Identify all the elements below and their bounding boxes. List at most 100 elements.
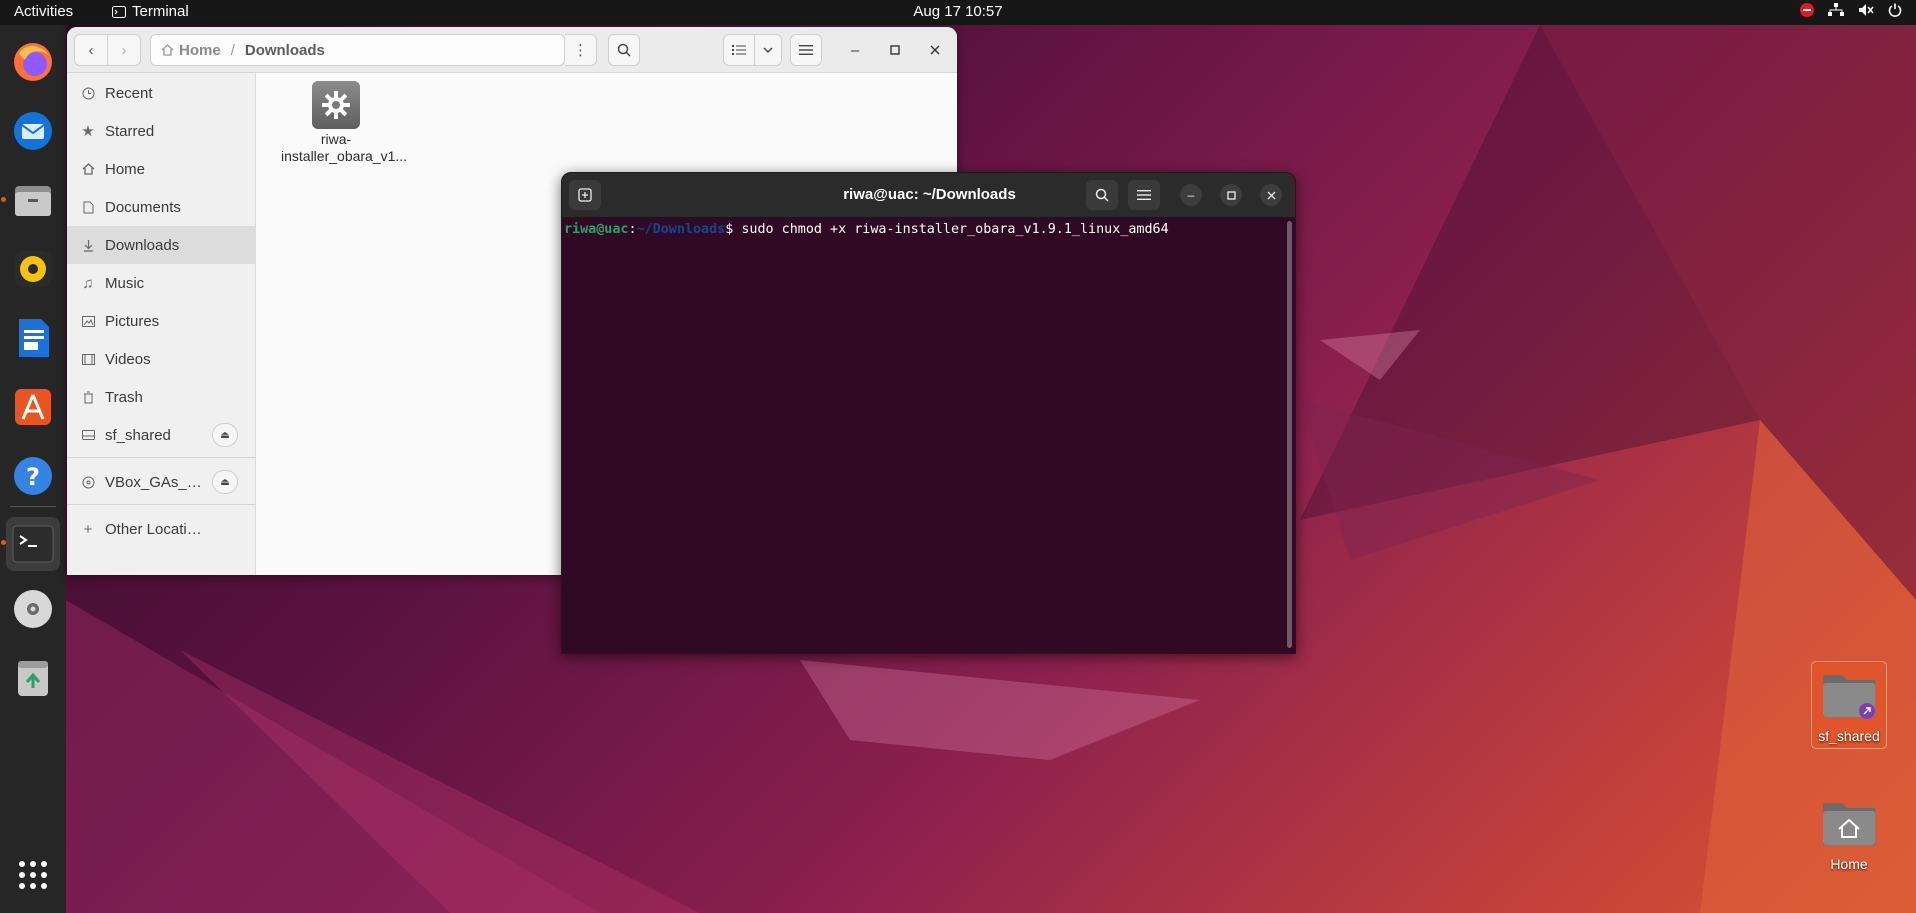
volume-muted-icon[interactable] (1858, 3, 1874, 17)
path-bar: Home / Downloads (150, 34, 565, 66)
sidebar-item-downloads[interactable]: Downloads (67, 226, 255, 264)
maximize-icon (890, 45, 900, 55)
activities-button[interactable]: Activities (14, 3, 73, 20)
minimize-button[interactable]: – (845, 40, 865, 60)
show-apps-icon[interactable] (9, 851, 57, 899)
chevron-down-icon (763, 47, 773, 53)
clock-icon (80, 87, 96, 100)
files-icon[interactable] (9, 176, 57, 224)
files-sidebar: Recent ★ Starred Home Documents Download… (67, 73, 256, 575)
top-bar: Activities Terminal Aug 17 10:57 (0, 0, 1916, 25)
download-icon (80, 239, 96, 252)
search-button[interactable] (608, 34, 640, 66)
terminal-search-button[interactable] (1086, 180, 1118, 210)
close-icon (930, 45, 940, 55)
back-button[interactable]: ‹ (74, 34, 108, 66)
terminal-headerbar: riwa@uac: ~/Downloads – (562, 173, 1295, 217)
search-icon (617, 43, 631, 57)
eject-button[interactable]: ⏏ (212, 423, 238, 447)
file-name: riwa-installer_obara_v1... (281, 131, 408, 164)
dock: ? (0, 25, 66, 913)
sidebar-item-pictures[interactable]: Pictures (67, 302, 255, 340)
terminal-minimize-button[interactable]: – (1180, 184, 1202, 206)
eject-icon: ⏏ (220, 476, 230, 488)
terminal-window: riwa@uac: ~/Downloads – riwa@uac:~/Downl… (561, 172, 1296, 654)
help-icon[interactable]: ? (9, 452, 57, 500)
system-tray[interactable] (1800, 3, 1902, 17)
sidebar-item-other-locations[interactable]: + Other Locations (67, 510, 255, 548)
terminal-close-button[interactable] (1260, 184, 1282, 206)
trash-icon[interactable] (9, 654, 57, 702)
terminal-output[interactable]: riwa@uac:~/Downloads$ sudo chmod +x riwa… (562, 217, 1295, 653)
minimize-icon: – (1187, 188, 1195, 202)
picture-icon (80, 315, 96, 327)
close-icon (1267, 191, 1275, 199)
sidebar-item-label: Home (105, 160, 146, 178)
sidebar-item-videos[interactable]: Videos (67, 340, 255, 378)
dock-separator (10, 506, 56, 507)
hamburger-menu-icon (799, 45, 813, 55)
sidebar-item-label: Downloads (105, 236, 180, 254)
terminal-command: sudo chmod +x riwa-installer_obara_v1.9.… (741, 222, 1169, 237)
terminal-command-line: riwa@uac:~/Downloads$ sudo chmod +x riwa… (564, 222, 1169, 237)
sidebar-item-sf-shared[interactable]: sf_shared ⏏ (67, 416, 255, 454)
prompt-user: riwa@uac (564, 222, 629, 237)
terminal-maximize-button[interactable] (1220, 184, 1242, 206)
maximize-button[interactable] (885, 40, 905, 60)
eject-icon: ⏏ (220, 429, 230, 441)
sidebar-item-vbox[interactable]: VBox_GAs_7.... ⏏ (67, 463, 255, 501)
sidebar-item-label: Trash (105, 388, 143, 406)
terminal-icon[interactable] (6, 517, 60, 571)
sidebar-item-home[interactable]: Home (67, 150, 255, 188)
app-center-icon[interactable] (9, 383, 57, 431)
view-list-button[interactable] (723, 34, 755, 66)
terminal-menu-button[interactable] (1128, 180, 1160, 210)
network-icon[interactable] (1828, 3, 1844, 17)
terminal-app-icon (112, 5, 126, 18)
desktop-icon-label: sf_shared (1818, 728, 1880, 744)
breadcrumb-home[interactable]: Home (161, 42, 221, 59)
drive-icon (80, 430, 96, 440)
writer-icon[interactable] (9, 314, 57, 362)
music-icon: ♫ (82, 274, 94, 292)
star-icon: ★ (81, 123, 95, 140)
sidebar-item-documents[interactable]: Documents (67, 188, 255, 226)
firefox-icon[interactable] (9, 38, 57, 86)
maximize-icon (1226, 190, 1236, 200)
sidebar-item-label: Recent (105, 84, 153, 102)
app-menu[interactable]: Terminal (112, 3, 189, 20)
rhythmbox-icon[interactable] (9, 245, 57, 293)
terminal-scrollbar[interactable] (1287, 221, 1292, 648)
folder-link-icon (1823, 675, 1875, 719)
close-button[interactable] (925, 40, 945, 60)
eject-button[interactable]: ⏏ (212, 470, 238, 494)
forward-button[interactable]: › (107, 34, 141, 66)
sidebar-item-label: Music (105, 274, 145, 292)
sidebar-item-music[interactable]: ♫ Music (67, 264, 255, 302)
desktop-icon-home[interactable]: Home (1812, 795, 1886, 872)
clock[interactable]: Aug 17 10:57 (913, 3, 1002, 20)
do-not-disturb-icon[interactable] (1800, 3, 1814, 17)
list-view-icon (732, 45, 746, 55)
power-icon[interactable] (1888, 3, 1902, 17)
main-menu-button[interactable] (790, 34, 822, 66)
minimize-icon: – (850, 41, 860, 59)
search-icon (1095, 188, 1109, 202)
chevron-left-icon: ‹ (88, 41, 94, 59)
dvd-icon[interactable] (9, 585, 57, 633)
kebab-menu-icon: ⋮ (573, 42, 588, 59)
sidebar-item-label: Other Locations (105, 520, 210, 538)
view-options-button[interactable] (754, 34, 782, 66)
desktop-icon-sf-shared[interactable]: sf_shared (1811, 661, 1887, 749)
sidebar-item-starred[interactable]: ★ Starred (67, 112, 255, 150)
app-menu-label: Terminal (132, 3, 189, 20)
path-menu-button[interactable]: ⋮ (565, 34, 597, 66)
home-icon (161, 44, 174, 56)
sidebar-item-label: Pictures (105, 312, 160, 330)
running-indicator (1, 197, 6, 202)
trash-icon (80, 391, 96, 404)
sidebar-item-recent[interactable]: Recent (67, 74, 255, 112)
breadcrumb-current[interactable]: Downloads (245, 42, 325, 59)
sidebar-item-trash[interactable]: Trash (67, 378, 255, 416)
thunderbird-icon[interactable] (9, 107, 57, 155)
